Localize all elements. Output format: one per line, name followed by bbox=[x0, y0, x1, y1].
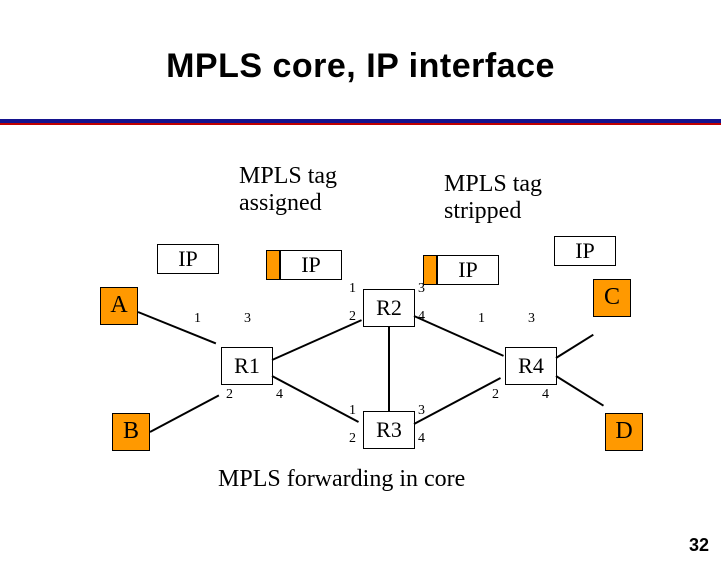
port-r2-2: 2 bbox=[349, 309, 356, 325]
port-r1-3: 3 bbox=[244, 311, 251, 327]
packet-payload: IP bbox=[280, 250, 342, 280]
packet-payload: IP bbox=[437, 255, 499, 285]
packet-tagged-mid: IP bbox=[266, 250, 342, 280]
router-r1: R1 bbox=[221, 347, 273, 385]
port-r2-4: 4 bbox=[418, 309, 425, 325]
link-r1-r3 bbox=[272, 375, 359, 423]
port-r4-4: 4 bbox=[542, 387, 549, 403]
port-r2-3: 3 bbox=[418, 281, 425, 297]
mpls-tag-assigned-label: MPLS tag assigned bbox=[239, 163, 337, 218]
packet-ip-right: IP bbox=[554, 236, 616, 266]
mpls-tag-stripped-label: MPLS tag stripped bbox=[444, 171, 542, 226]
router-r2: R2 bbox=[363, 289, 415, 327]
port-r4-1: 1 bbox=[478, 311, 485, 327]
host-b: B bbox=[112, 413, 150, 451]
link-a-r1 bbox=[138, 311, 217, 344]
port-r4-2: 2 bbox=[492, 387, 499, 403]
port-r3-1: 1 bbox=[349, 403, 356, 419]
page-title: MPLS core, IP interface bbox=[0, 23, 721, 96]
link-b-r1 bbox=[150, 394, 220, 432]
link-r1-r2 bbox=[272, 319, 362, 361]
diagram: MPLS tag assigned MPLS tag stripped IP I… bbox=[0, 131, 721, 501]
packet-payload: IP bbox=[554, 236, 616, 266]
link-r4-d bbox=[555, 375, 604, 406]
router-r4: R4 bbox=[505, 347, 557, 385]
port-r1-4: 4 bbox=[276, 387, 283, 403]
port-r4-3: 3 bbox=[528, 311, 535, 327]
page-number: 32 bbox=[689, 535, 709, 556]
port-r2-1: 1 bbox=[349, 281, 356, 297]
link-r3-r4 bbox=[414, 377, 501, 425]
port-r3-4: 4 bbox=[418, 431, 425, 447]
router-r3: R3 bbox=[363, 411, 415, 449]
packet-tagged-mid2: IP bbox=[423, 255, 499, 285]
port-r1-2: 2 bbox=[226, 387, 233, 403]
port-r1-1: 1 bbox=[194, 311, 201, 327]
diagram-caption: MPLS forwarding in core bbox=[218, 466, 465, 493]
link-r4-c bbox=[555, 333, 593, 358]
packet-ip-left: IP bbox=[157, 244, 219, 274]
port-r3-2: 2 bbox=[349, 431, 356, 447]
link-r2-r3 bbox=[388, 327, 390, 411]
link-r2-r4 bbox=[414, 315, 504, 357]
mpls-tag bbox=[423, 255, 437, 285]
port-r3-3: 3 bbox=[418, 403, 425, 419]
mpls-tag bbox=[266, 250, 280, 280]
host-d: D bbox=[605, 413, 643, 451]
title-rule bbox=[0, 119, 721, 125]
host-a: A bbox=[100, 287, 138, 325]
host-c: C bbox=[593, 279, 631, 317]
packet-payload: IP bbox=[157, 244, 219, 274]
